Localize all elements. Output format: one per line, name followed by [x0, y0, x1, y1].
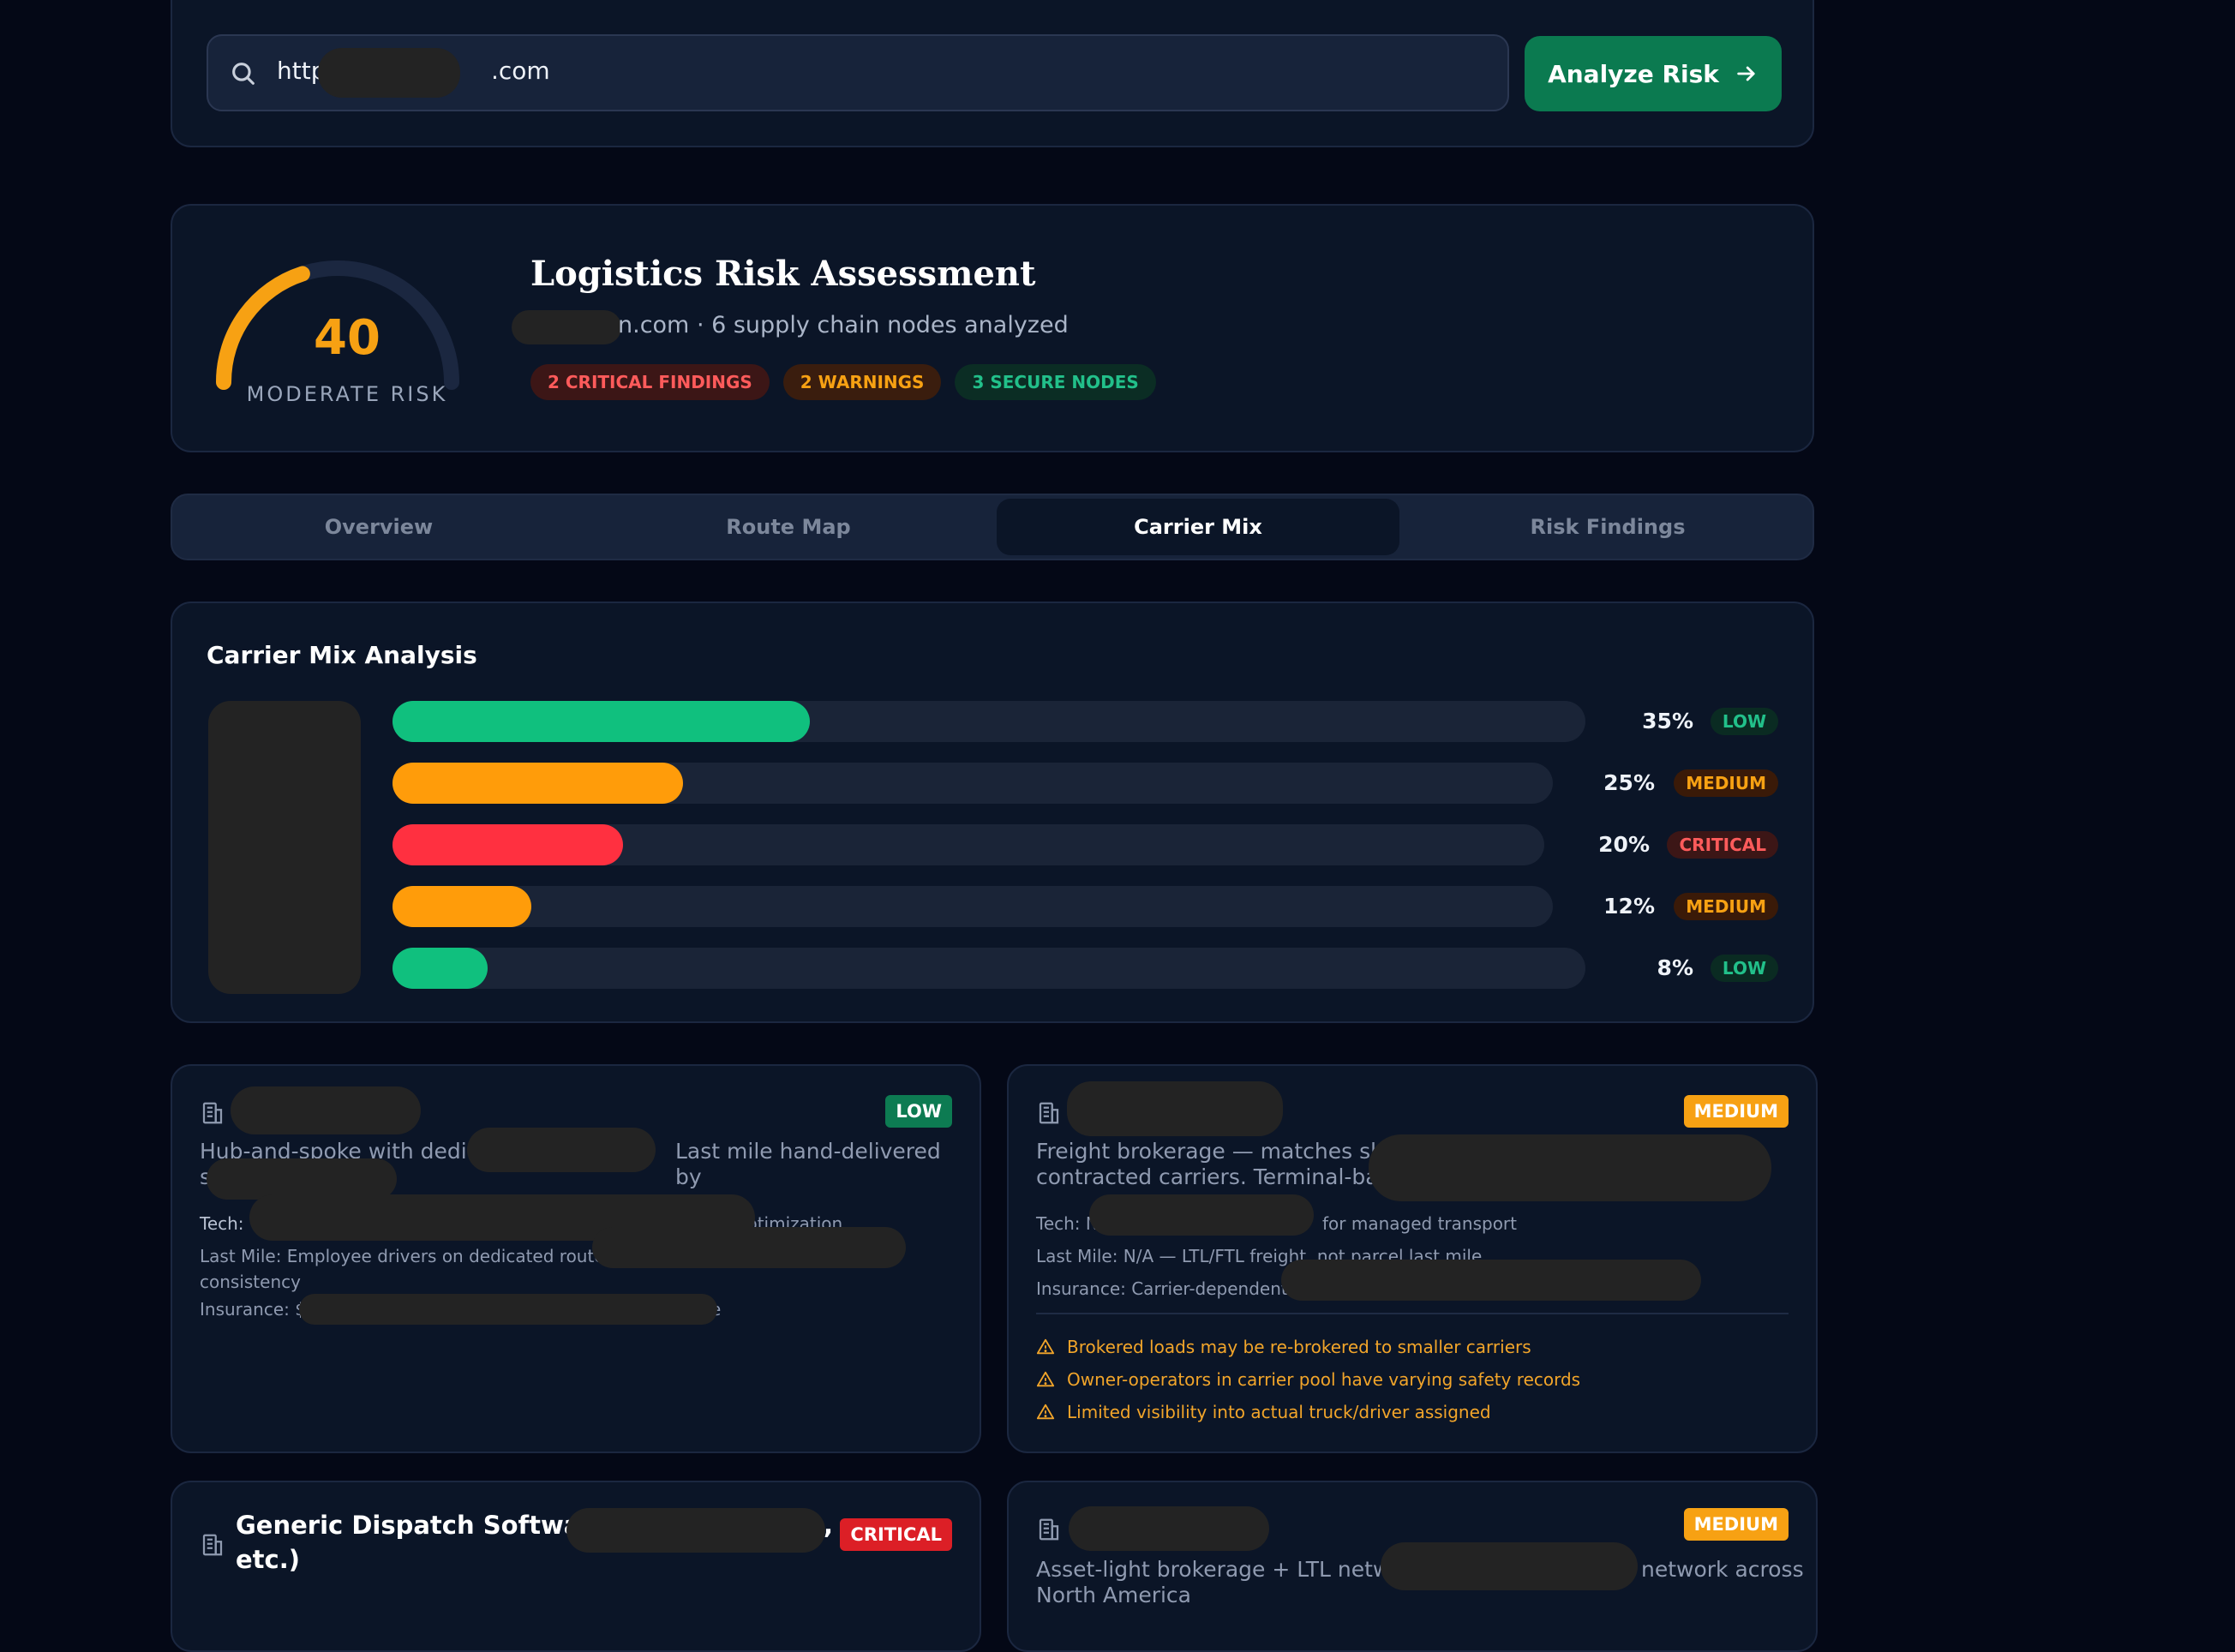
url-input[interactable]: http .com — [207, 34, 1509, 111]
page-title: Logistics Risk Assessment — [530, 254, 1036, 294]
redaction — [512, 310, 621, 344]
carrier-mix-panel: Carrier Mix Analysis 35% LOW 25% MEDIUM … — [171, 602, 1814, 1023]
carrier-card: Generic Dispatch Software ( , etc.) CRIT… — [171, 1481, 981, 1652]
arrow-right-icon — [1737, 66, 1755, 81]
redaction — [592, 1227, 906, 1268]
critical-findings-badge: 2 CRITICAL FINDINGS — [530, 364, 770, 400]
redaction — [566, 1508, 825, 1553]
carrier-row: 25% MEDIUM — [172, 763, 1813, 804]
risk-score: 40 — [314, 310, 380, 366]
analyze-risk-label: Analyze Risk — [1548, 59, 1719, 88]
insurance-line: Insurance: Carrier-dependent - — [1036, 1278, 1300, 1299]
bar-track — [392, 948, 1585, 989]
risk-tag: MEDIUM — [1683, 1095, 1789, 1128]
carrier-card: LOW Hub-and-spoke with dedicat Last mile… — [171, 1064, 981, 1453]
carrier-percent: 25% — [1603, 770, 1655, 795]
building-icon — [1039, 1518, 1059, 1541]
carrier-card: MEDIUM Freight brokerage — matches shipp… — [1007, 1064, 1818, 1453]
warning-icon — [1036, 1404, 1055, 1420]
bar-track — [392, 824, 1544, 865]
redaction — [1381, 1542, 1638, 1590]
warning-item: Limited visibility into actual truck/dri… — [1036, 1402, 1491, 1422]
redaction — [1067, 1081, 1283, 1136]
risk-tag: LOW — [1710, 708, 1778, 735]
building-icon — [202, 1534, 223, 1556]
warning-text: Owner-operators in carrier pool have var… — [1067, 1369, 1581, 1390]
finding-badges: 2 CRITICAL FINDINGS 2 WARNINGS 3 SECURE … — [530, 364, 1156, 400]
warning-item: Brokered loads may be re-brokered to sma… — [1036, 1337, 1531, 1357]
assessment-subtitle: n.com · 6 supply chain nodes analyzed — [618, 312, 1069, 338]
tab-risk-findings[interactable]: Risk Findings — [1406, 499, 1809, 555]
search-icon — [232, 63, 255, 85]
building-icon — [202, 1102, 223, 1124]
bar-track — [392, 886, 1553, 927]
bar-fill — [392, 886, 531, 927]
secure-nodes-badge: 3 SECURE NODES — [955, 364, 1156, 400]
redaction — [299, 1294, 717, 1325]
risk-tag: CRITICAL — [1667, 831, 1778, 859]
risk-assessment-panel: 40 MODERATE RISK Logistics Risk Assessme… — [171, 204, 1814, 452]
carrier-percent: 8% — [1657, 955, 1693, 980]
carrier-row: 20% CRITICAL — [172, 824, 1813, 865]
carrier-percent: 12% — [1603, 894, 1655, 919]
carrier-percent: 20% — [1598, 832, 1650, 857]
tech-line: Tech: — [200, 1213, 244, 1234]
bar-track — [392, 701, 1585, 742]
redaction — [231, 1086, 421, 1134]
bar-fill — [392, 701, 810, 742]
risk-tag: LOW — [1710, 955, 1778, 982]
redaction — [467, 1128, 656, 1172]
redaction — [207, 1158, 397, 1200]
bar-fill — [392, 948, 488, 989]
risk-tag: MEDIUM — [1674, 893, 1778, 920]
analyze-risk-button[interactable]: Analyze Risk — [1525, 36, 1782, 111]
warnings-badge: 2 WARNINGS — [782, 364, 942, 400]
risk-tag: MEDIUM — [1674, 769, 1778, 797]
card-title-2: etc.) — [236, 1545, 300, 1574]
card-title-comma: , — [824, 1511, 834, 1540]
bar-fill — [392, 763, 683, 804]
carrier-card: MEDIUM Asset-light brokerage + LTL netwo… — [1007, 1481, 1818, 1652]
risk-level-label: MODERATE RISK — [246, 382, 448, 406]
redaction — [1089, 1194, 1314, 1236]
tab-route-map[interactable]: Route Map — [587, 499, 990, 555]
search-panel: http .com Analyze Risk — [171, 0, 1814, 147]
redaction — [1281, 1260, 1701, 1301]
tech-tail: for managed transport — [1322, 1213, 1517, 1234]
risk-tag: MEDIUM — [1683, 1508, 1789, 1541]
tab-overview[interactable]: Overview — [177, 499, 580, 555]
insurance-line: Insurance: $ — [200, 1299, 306, 1320]
last-mile-line-2: consistency — [200, 1272, 301, 1292]
tab-bar: Overview Route Map Carrier Mix Risk Find… — [171, 494, 1814, 560]
carrier-row: 35% LOW — [172, 701, 1813, 742]
tech-label: Tech: — [200, 1213, 244, 1234]
carrier-row: 12% MEDIUM — [172, 886, 1813, 927]
warning-icon — [1036, 1338, 1055, 1355]
url-suffix: .com — [491, 57, 550, 85]
warning-item: Owner-operators in carrier pool have var… — [1036, 1369, 1580, 1390]
building-icon — [1039, 1102, 1059, 1124]
bar-track — [392, 763, 1553, 804]
redaction — [1069, 1506, 1269, 1551]
carrier-mix-title: Carrier Mix Analysis — [207, 641, 477, 669]
warning-text: Brokered loads may be re-brokered to sma… — [1067, 1337, 1531, 1357]
redaction — [1369, 1134, 1771, 1201]
carrier-row: 8% LOW — [172, 948, 1813, 989]
divider — [1036, 1313, 1789, 1314]
carrier-percent: 35% — [1642, 709, 1693, 733]
risk-tag: CRITICAL — [840, 1518, 952, 1551]
redaction — [318, 48, 460, 98]
tab-carrier-mix[interactable]: Carrier Mix — [997, 499, 1399, 555]
warning-icon — [1036, 1371, 1055, 1387]
bar-fill — [392, 824, 623, 865]
warning-text: Limited visibility into actual truck/dri… — [1067, 1402, 1491, 1422]
risk-tag: LOW — [885, 1095, 952, 1128]
last-mile-line: Last Mile: Employee drivers on dedicated… — [200, 1246, 628, 1266]
desc-tail: network across — [1641, 1557, 1804, 1582]
